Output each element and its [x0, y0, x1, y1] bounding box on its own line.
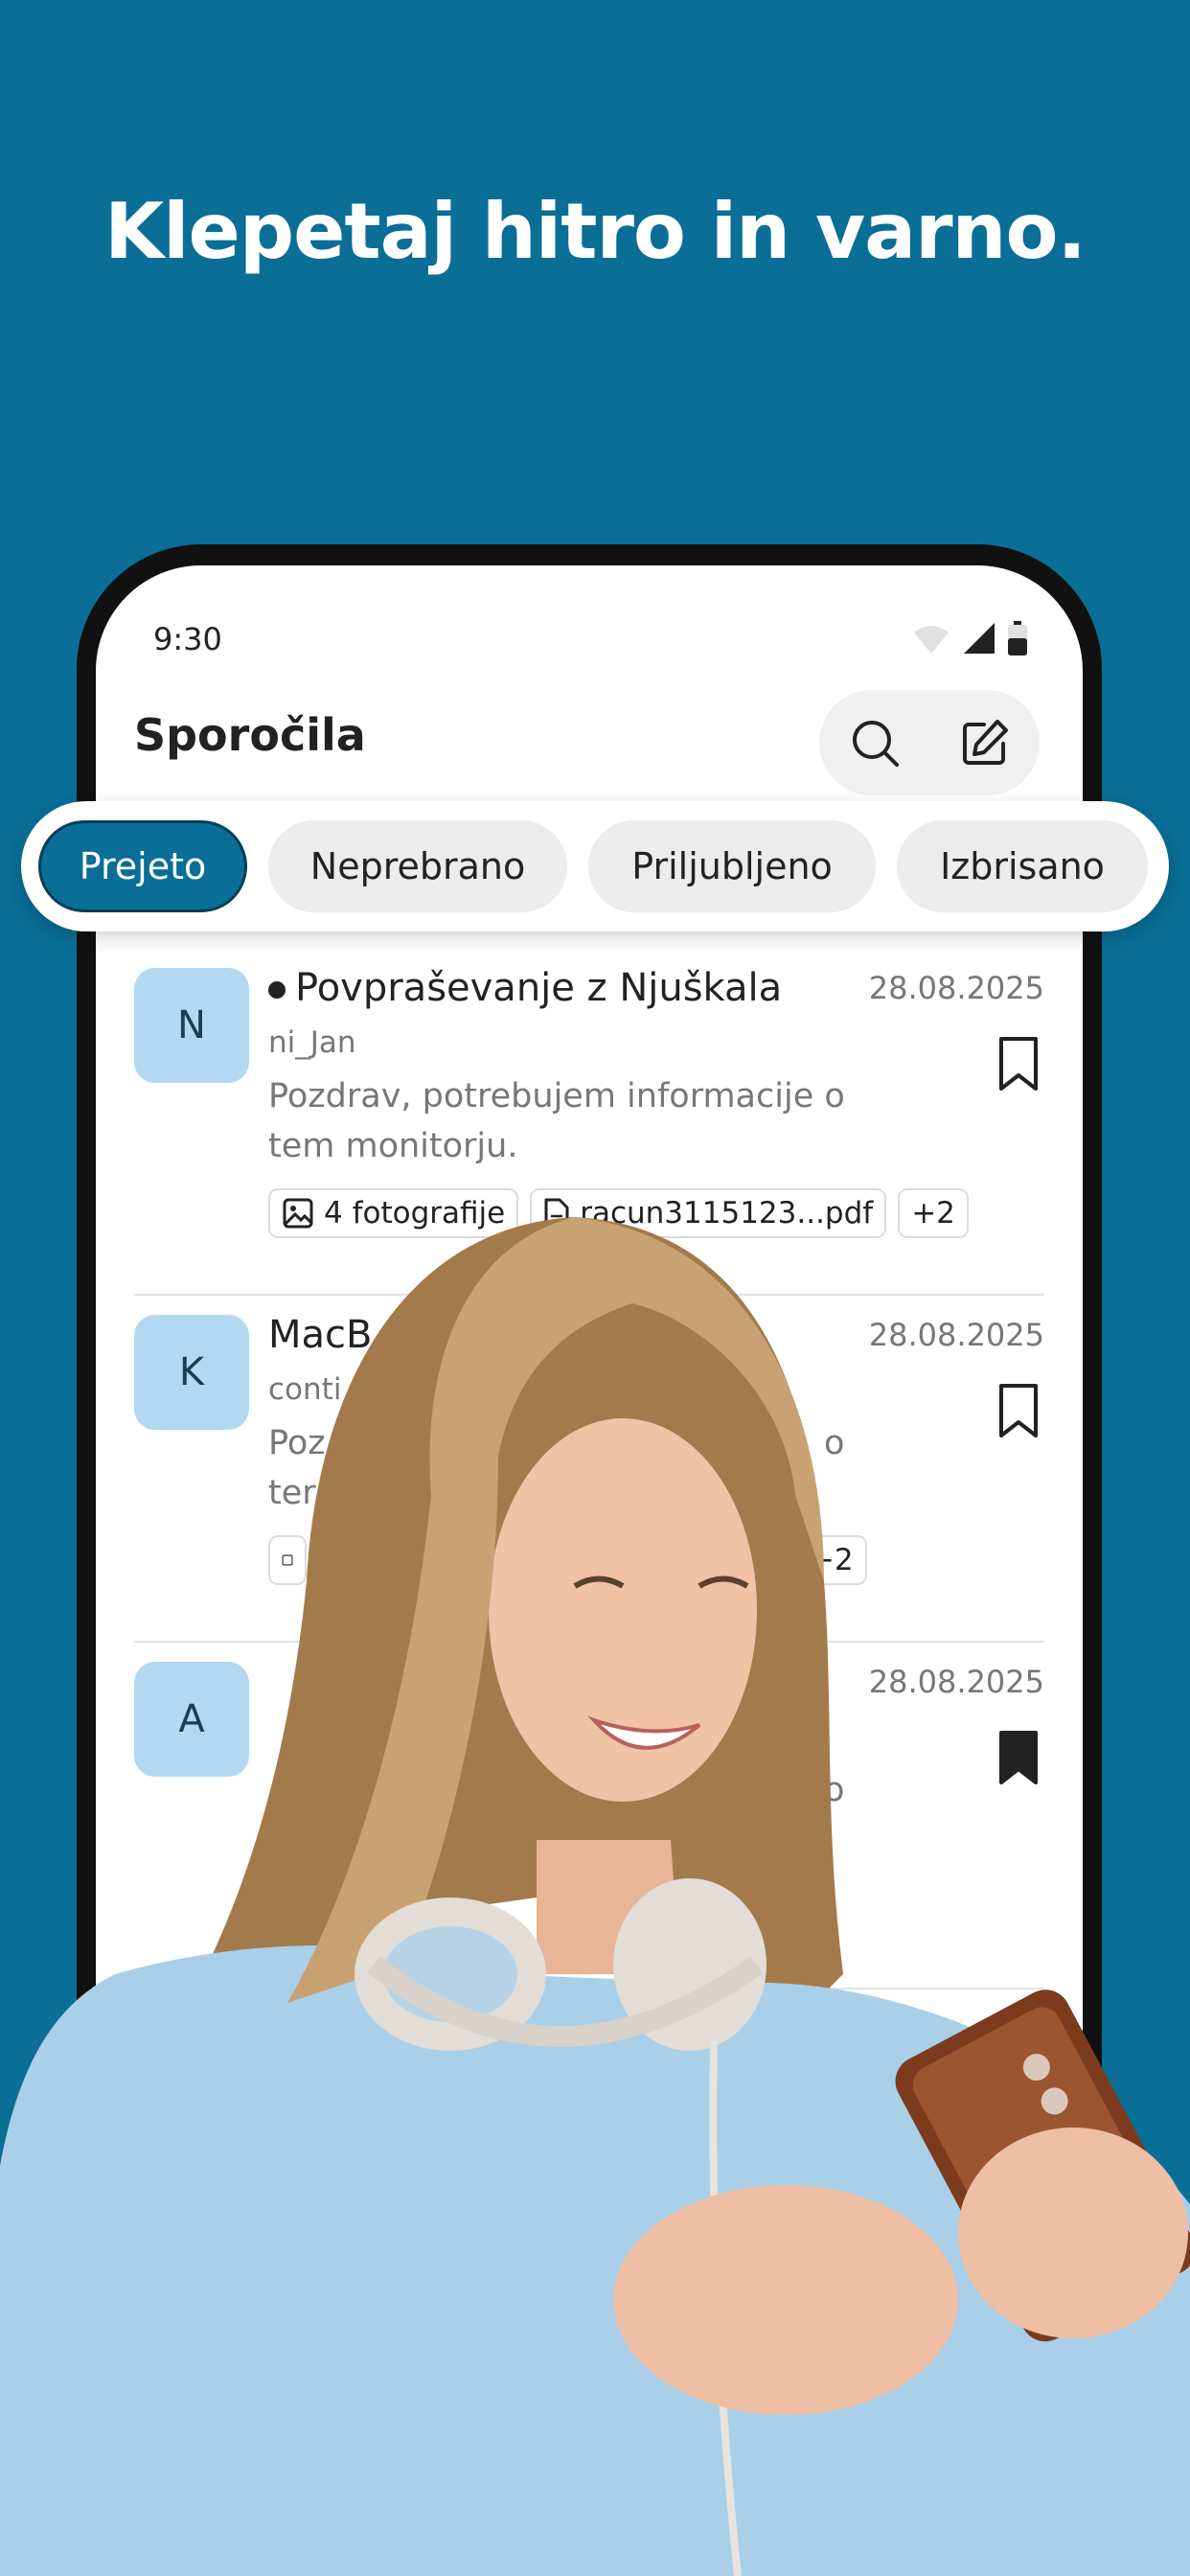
- tab-prejeto[interactable]: Prejeto: [38, 820, 247, 912]
- attachment-photos[interactable]: [268, 1535, 307, 1585]
- tab-neprebrano[interactable]: Neprebrano: [268, 820, 567, 912]
- list-item[interactable]: A 28.08.2025 o df +2: [134, 1643, 1044, 1990]
- attachment-file[interactable]: f: [747, 1535, 785, 1585]
- filter-tabs: Prejeto Neprebrano Priljubljeno Izbrisan…: [21, 801, 1169, 932]
- preview-line-1: Poz: [268, 1424, 326, 1462]
- page-title: Sporočila: [134, 709, 366, 761]
- avatar: K: [134, 1315, 249, 1430]
- attachments: df +2: [690, 1882, 829, 1932]
- attachment-spacer: [318, 1535, 736, 1585]
- attachment-label: racun3115123...pdf: [580, 1196, 874, 1230]
- list-item[interactable]: K MacB 25 28.08.2025 conti Poz ter o f +2: [134, 1296, 1044, 1643]
- bookmark-icon[interactable]: [996, 1382, 1041, 1439]
- message-sender: conti: [268, 1372, 342, 1407]
- bookmark-filled-icon[interactable]: [996, 1729, 1041, 1786]
- attachments: 4 fotografije racun3115123...pdf +2: [268, 1188, 969, 1238]
- search-icon: [852, 721, 899, 767]
- message-preview-tail: o: [824, 1424, 845, 1462]
- attachment-file[interactable]: racun3115123...pdf: [530, 1188, 887, 1238]
- message-preview: Poz ter: [268, 1418, 383, 1518]
- attachment-file[interactable]: df: [690, 1882, 746, 1932]
- avatar: N: [134, 968, 249, 1083]
- attachment-more[interactable]: +2: [757, 1882, 829, 1932]
- headline: Klepetaj hitro in varno.: [104, 187, 1087, 276]
- message-sender: ni_Jan: [268, 1025, 356, 1060]
- message-date: 28.08.2025: [868, 1317, 1044, 1353]
- wifi-icon: [914, 626, 949, 654]
- appbar-actions: [819, 690, 1040, 795]
- attachment-more[interactable]: +2: [795, 1535, 867, 1585]
- signal-icon: [964, 623, 995, 654]
- image-icon: [283, 1198, 313, 1229]
- message-date: 28.08.2025: [868, 1664, 1044, 1700]
- tab-priljubljeno[interactable]: Priljubljeno: [588, 820, 876, 912]
- status-icons: [912, 621, 1027, 656]
- message-preview: Pozdrav, potrebujem informacije o tem mo…: [268, 1077, 845, 1165]
- battery-icon: [1008, 621, 1027, 656]
- attachment-label: 4 fotografije: [324, 1196, 506, 1230]
- message-title: Povpraševanje z Njuškala: [268, 966, 782, 1010]
- tab-izbrisano[interactable]: Izbrisano: [897, 820, 1148, 912]
- preview-line-2: ter: [268, 1474, 316, 1512]
- avatar: A: [134, 1662, 249, 1777]
- bookmark-icon[interactable]: [996, 1035, 1041, 1092]
- message-title-text: Povpraševanje z Njuškala: [295, 966, 783, 1010]
- message-title: MacB: [268, 1313, 373, 1357]
- message-preview-tail: o: [824, 1771, 845, 1809]
- search-button[interactable]: [848, 716, 902, 770]
- unread-dot: [268, 981, 286, 999]
- file-icon: [544, 1198, 569, 1229]
- message-title-tail: 25: [690, 1313, 739, 1357]
- compose-icon: [962, 720, 1008, 765]
- status-time: 9:30: [153, 621, 222, 657]
- compose-button[interactable]: [958, 716, 1012, 770]
- message-date: 28.08.2025: [868, 970, 1044, 1006]
- image-icon: [282, 1554, 293, 1566]
- attachment-photos[interactable]: 4 fotografije: [268, 1188, 519, 1238]
- list-item[interactable]: N Povpraševanje z Njuškala 28.08.2025 ni…: [134, 949, 1044, 1296]
- attachments: f +2: [268, 1535, 867, 1585]
- attachment-more[interactable]: +2: [898, 1188, 969, 1238]
